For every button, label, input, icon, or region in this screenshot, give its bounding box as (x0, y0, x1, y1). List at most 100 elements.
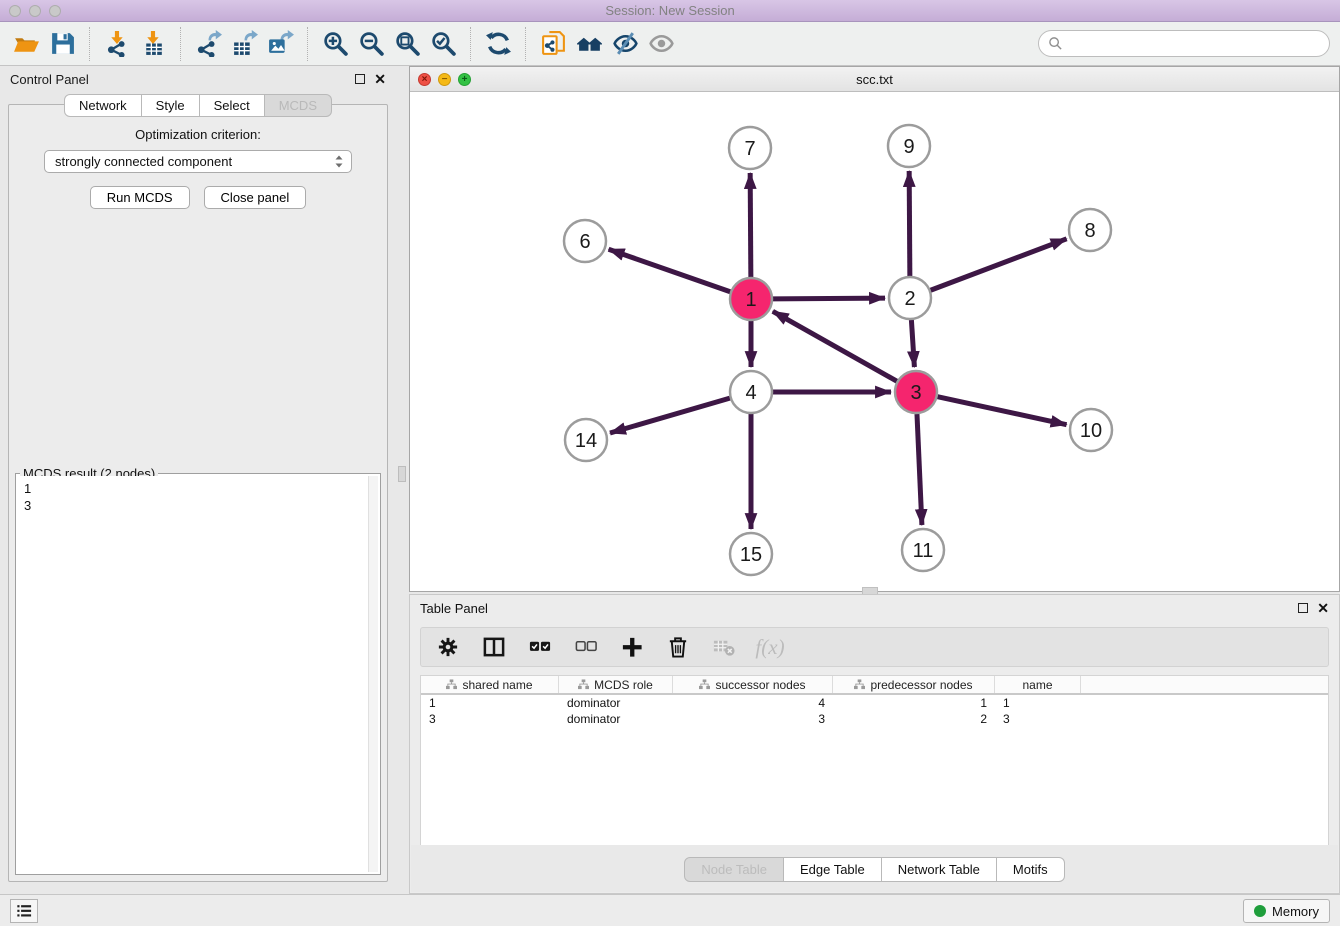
edge-2-9[interactable] (909, 171, 910, 276)
table-tabs-strip: Node TableEdge TableNetwork TableMotifs (411, 845, 1338, 892)
network-zoom-icon[interactable]: + (458, 73, 471, 86)
network-graph[interactable]: 7968124314101511 (410, 92, 1339, 591)
memory-button[interactable]: Memory (1243, 899, 1330, 923)
optimization-criterion-select[interactable]: strongly connected component (44, 150, 352, 173)
cell-successor-nodes[interactable]: 4 (673, 695, 833, 711)
tab-style[interactable]: Style (142, 94, 200, 117)
node-label-6: 6 (579, 231, 590, 253)
function-builder-icon: f(x) (757, 634, 783, 660)
delete-columns-icon[interactable] (665, 634, 691, 660)
column-header-shared-name[interactable]: shared name (421, 676, 559, 693)
table-row[interactable]: 1dominator411 (421, 695, 1328, 711)
close-panel-button[interactable]: Close panel (204, 186, 307, 209)
save-session-icon[interactable] (44, 26, 80, 62)
import-network-icon[interactable] (99, 26, 135, 62)
tab-edge-table[interactable]: Edge Table (784, 857, 882, 882)
select-all-columns-icon[interactable] (527, 634, 553, 660)
edge-2-8[interactable] (931, 239, 1067, 290)
table-panel-header: Table Panel ✕ (410, 595, 1339, 621)
format-panel-icon[interactable] (481, 634, 507, 660)
float-table-panel-icon[interactable] (1298, 603, 1308, 613)
cell-shared-name[interactable]: 3 (421, 711, 559, 727)
column-header-name[interactable]: name (995, 676, 1081, 693)
search-box[interactable] (1038, 30, 1330, 57)
open-session-icon[interactable] (8, 26, 44, 62)
node-label-14: 14 (575, 430, 597, 452)
cell-MCDS-role[interactable]: dominator (559, 695, 673, 711)
cell-name[interactable]: 3 (995, 711, 1081, 727)
edge-2-3[interactable] (911, 320, 914, 367)
main-toolbar (0, 22, 1340, 66)
control-panel-header: Control Panel ✕ (0, 66, 396, 92)
mcds-panel: Optimization criterion: strongly connect… (8, 104, 388, 882)
edge-1-2[interactable] (773, 298, 885, 299)
table-row[interactable]: 3dominator323 (421, 711, 1328, 727)
tab-network[interactable]: Network (64, 94, 142, 117)
network-canvas[interactable]: 7968124314101511 (410, 92, 1339, 591)
clone-network-icon[interactable] (535, 26, 571, 62)
network-window-titlebar[interactable]: × − + scc.txt (410, 67, 1339, 92)
network-window-title: scc.txt (410, 72, 1339, 87)
table-panel-title: Table Panel (420, 601, 488, 616)
cell-predecessor-nodes[interactable]: 2 (833, 711, 995, 727)
import-table-icon[interactable] (135, 26, 171, 62)
cell-predecessor-nodes[interactable]: 1 (833, 695, 995, 711)
tab-node-table[interactable]: Node Table (684, 857, 784, 882)
vertical-splitter[interactable] (396, 66, 409, 894)
toolbar-separator (307, 27, 308, 61)
edge-3-10[interactable] (937, 397, 1066, 425)
task-history-button[interactable] (10, 899, 38, 923)
network-close-icon[interactable]: × (418, 73, 431, 86)
column-header-MCDS-role[interactable]: MCDS role (559, 676, 673, 693)
export-network-icon[interactable] (190, 26, 226, 62)
home-icon[interactable] (571, 26, 607, 62)
cell-name[interactable]: 1 (995, 695, 1081, 711)
search-icon (1048, 36, 1063, 51)
cell-MCDS-role[interactable]: dominator (559, 711, 673, 727)
run-mcds-button[interactable]: Run MCDS (90, 186, 190, 209)
splitter-grip[interactable] (398, 466, 406, 482)
export-table-icon[interactable] (226, 26, 262, 62)
tab-select[interactable]: Select (200, 94, 265, 117)
tab-motifs[interactable]: Motifs (997, 857, 1065, 882)
mcds-result-text[interactable]: 1 3 (18, 476, 368, 872)
optimization-criterion-value: strongly connected component (55, 154, 232, 169)
column-header-successor-nodes[interactable]: successor nodes (673, 676, 833, 693)
node-label-9: 9 (903, 136, 914, 158)
edge-4-14[interactable] (610, 398, 730, 433)
zoom-fit-icon[interactable] (389, 26, 425, 62)
zoom-out-icon[interactable] (353, 26, 389, 62)
search-input[interactable] (1068, 35, 1320, 52)
list-icon (14, 901, 34, 921)
float-panel-icon[interactable] (355, 74, 365, 84)
tab-mcds[interactable]: MCDS (265, 94, 332, 117)
birds-eye-icon (643, 26, 679, 62)
zoom-selected-icon[interactable] (425, 26, 461, 62)
refresh-view-icon[interactable] (480, 26, 516, 62)
optimization-criterion-label: Optimization criterion: (9, 127, 387, 142)
toolbar-separator (525, 27, 526, 61)
select-stepper-icon (333, 154, 345, 169)
result-scrollbar[interactable] (368, 476, 378, 872)
node-label-7: 7 (744, 138, 755, 160)
zoom-in-icon[interactable] (317, 26, 353, 62)
app-title: Session: New Session (0, 3, 1340, 18)
edge-3-1[interactable] (773, 311, 897, 381)
tab-network-table[interactable]: Network Table (882, 857, 997, 882)
close-panel-icon[interactable]: ✕ (374, 74, 386, 84)
graphics-details-icon[interactable] (607, 26, 643, 62)
export-image-icon[interactable] (262, 26, 298, 62)
unselect-all-columns-icon[interactable] (573, 634, 599, 660)
edge-3-11[interactable] (917, 414, 922, 525)
cell-successor-nodes[interactable]: 3 (673, 711, 833, 727)
edge-1-7[interactable] (750, 173, 751, 277)
edge-1-6[interactable] (609, 249, 731, 291)
column-header-predecessor-nodes[interactable]: predecessor nodes (833, 676, 995, 693)
network-minimize-icon[interactable]: − (438, 73, 451, 86)
close-table-panel-icon[interactable]: ✕ (1317, 603, 1329, 613)
toolbar-separator (180, 27, 181, 61)
create-column-icon[interactable] (619, 634, 645, 660)
table-header-row: shared nameMCDS rolesuccessor nodesprede… (421, 676, 1328, 695)
table-mode-gear-icon[interactable] (435, 634, 461, 660)
cell-shared-name[interactable]: 1 (421, 695, 559, 711)
